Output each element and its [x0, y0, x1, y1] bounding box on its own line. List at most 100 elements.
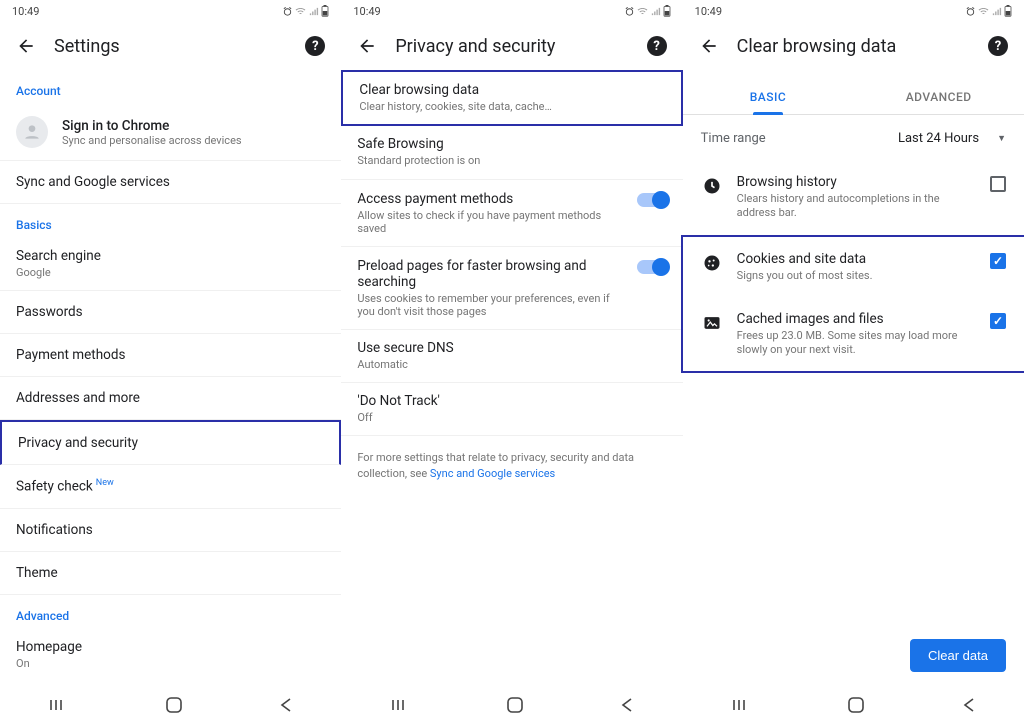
safety-text: Safety check	[16, 479, 93, 495]
preload-primary: Preload pages for faster browsing and se…	[357, 258, 628, 290]
homepage-row[interactable]: Homepage On	[0, 629, 341, 681]
app-bar: Privacy and security ?	[341, 22, 682, 70]
cookies-checkbox[interactable]	[990, 253, 1006, 269]
section-account: Account	[0, 70, 341, 104]
app-bar: Settings ?	[0, 22, 341, 70]
sync-row[interactable]: Sync and Google services	[0, 161, 341, 204]
cache-checkbox[interactable]	[990, 313, 1006, 329]
back-button[interactable]	[697, 34, 721, 58]
dns-secondary: Automatic	[357, 358, 666, 372]
settings-list[interactable]: Account Sign in to Chrome Sync and perso…	[0, 70, 341, 686]
page-title: Privacy and security	[395, 36, 628, 57]
recents-icon[interactable]	[732, 698, 750, 712]
theme-label: Theme	[16, 565, 325, 581]
help-button[interactable]: ?	[303, 34, 327, 58]
back-arrow-icon	[357, 36, 377, 56]
access-payment-toggle[interactable]	[637, 193, 667, 207]
time-range-row[interactable]: Time range Last 24 Hours ▼	[683, 115, 1024, 160]
signin-secondary: Sync and personalise across devices	[62, 134, 242, 147]
access-payment-row[interactable]: Access payment methods Allow sites to ch…	[341, 180, 682, 247]
back-button[interactable]	[14, 34, 38, 58]
clear-primary: Clear browsing data	[359, 82, 664, 98]
cookies-secondary: Signs you out of most sites.	[737, 269, 976, 283]
help-button[interactable]: ?	[986, 34, 1010, 58]
chevron-down-icon: ▼	[997, 133, 1006, 144]
do-not-track-row[interactable]: 'Do Not Track' Off	[341, 383, 682, 436]
page-title: Clear browsing data	[737, 36, 970, 57]
privacy-security-row[interactable]: Privacy and security	[0, 420, 341, 465]
recents-icon[interactable]	[49, 698, 67, 712]
secure-dns-row[interactable]: Use secure DNS Automatic	[341, 330, 682, 383]
back-icon[interactable]	[621, 698, 633, 712]
passwords-row[interactable]: Passwords	[0, 291, 341, 334]
safe-secondary: Standard protection is on	[357, 154, 666, 168]
search-engine-row[interactable]: Search engine Google	[0, 238, 341, 291]
alarm-icon	[965, 6, 976, 17]
home-icon[interactable]	[848, 697, 864, 713]
back-icon[interactable]	[963, 698, 975, 712]
tab-advanced[interactable]: ADVANCED	[853, 78, 1024, 114]
help-button[interactable]: ?	[645, 34, 669, 58]
clock: 10:49	[12, 5, 39, 18]
status-icons	[624, 5, 671, 17]
status-bar: 10:49	[0, 0, 341, 22]
back-icon[interactable]	[280, 698, 292, 712]
signal-icon	[308, 6, 319, 17]
preload-secondary: Uses cookies to remember your preference…	[357, 292, 628, 318]
alarm-icon	[282, 6, 293, 17]
safe-primary: Safe Browsing	[357, 136, 666, 152]
status-icons	[282, 5, 329, 17]
recents-icon[interactable]	[391, 698, 409, 712]
clear-secondary: Clear history, cookies, site data, cache…	[359, 100, 664, 114]
back-arrow-icon	[16, 36, 36, 56]
homepage-primary: Homepage	[16, 639, 325, 655]
safety-label: Safety checkNew	[16, 478, 325, 495]
signin-row[interactable]: Sign in to Chrome Sync and personalise a…	[0, 104, 341, 161]
new-badge: New	[96, 478, 114, 488]
signin-primary: Sign in to Chrome	[62, 118, 242, 134]
navbar	[0, 686, 341, 724]
wifi-icon	[978, 6, 989, 17]
status-icons	[965, 5, 1012, 17]
section-advanced: Advanced	[0, 595, 341, 629]
payment-methods-row[interactable]: Payment methods	[0, 334, 341, 377]
signal-icon	[991, 6, 1002, 17]
browsing-history-option[interactable]: Browsing history Clears history and auto…	[683, 160, 1024, 235]
payments-secondary: Allow sites to check if you have payment…	[357, 209, 628, 235]
preload-row[interactable]: Preload pages for faster browsing and se…	[341, 247, 682, 330]
person-icon	[22, 122, 42, 142]
dnt-primary: 'Do Not Track'	[357, 393, 666, 409]
safety-check-row[interactable]: Safety checkNew	[0, 465, 341, 509]
payment-label: Payment methods	[16, 347, 325, 363]
cache-option[interactable]: Cached images and files Frees up 23.0 MB…	[683, 297, 1024, 372]
preload-toggle[interactable]	[637, 260, 667, 274]
signal-icon	[650, 6, 661, 17]
notifications-row[interactable]: Notifications	[0, 509, 341, 552]
search-secondary: Google	[16, 266, 325, 280]
home-icon[interactable]	[507, 697, 523, 713]
cookie-icon	[701, 252, 723, 274]
help-icon: ?	[305, 36, 325, 56]
battery-icon	[321, 5, 329, 17]
search-primary: Search engine	[16, 248, 325, 264]
tab-basic[interactable]: BASIC	[683, 78, 854, 114]
theme-row[interactable]: Theme	[0, 552, 341, 595]
notifications-label: Notifications	[16, 522, 325, 538]
privacy-list[interactable]: Clear browsing data Clear history, cooki…	[341, 70, 682, 686]
page-title: Settings	[54, 36, 287, 57]
alarm-icon	[624, 6, 635, 17]
status-bar: 10:49	[341, 0, 682, 22]
clear-browsing-data-row[interactable]: Clear browsing data Clear history, cooki…	[341, 70, 682, 126]
footnote-link[interactable]: Sync and Google services	[430, 467, 555, 480]
back-button[interactable]	[355, 34, 379, 58]
clear-data-button[interactable]: Clear data	[910, 639, 1006, 672]
cache-secondary: Frees up 23.0 MB. Some sites may load mo…	[737, 329, 976, 358]
addresses-row[interactable]: Addresses and more	[0, 377, 341, 420]
safe-browsing-row[interactable]: Safe Browsing Standard protection is on	[341, 126, 682, 179]
homepage-secondary: On	[16, 657, 325, 671]
history-checkbox[interactable]	[990, 176, 1006, 192]
cookies-option[interactable]: Cookies and site data Signs you out of m…	[683, 237, 1024, 297]
home-icon[interactable]	[166, 697, 182, 713]
app-bar: Clear browsing data ?	[683, 22, 1024, 70]
privacy-footnote: For more settings that relate to privacy…	[341, 436, 682, 495]
